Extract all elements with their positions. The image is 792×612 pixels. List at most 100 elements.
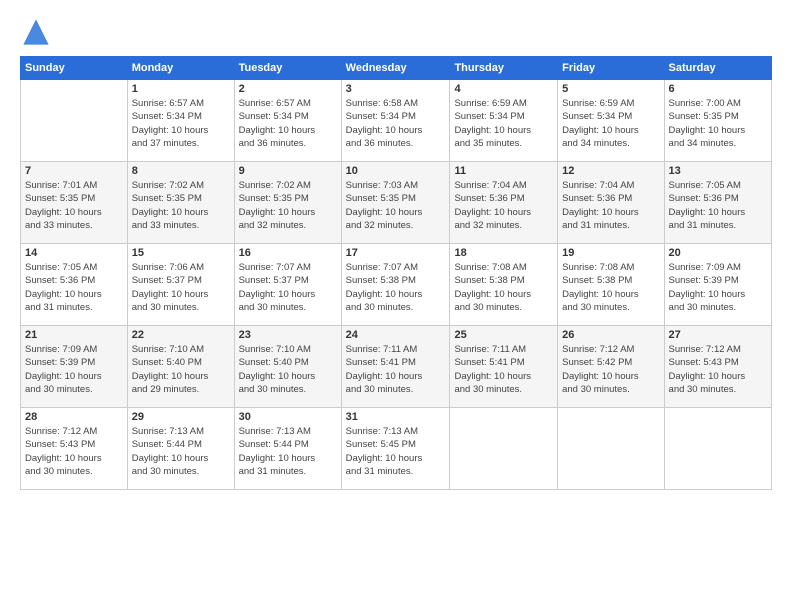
day-info: Sunrise: 7:08 AM Sunset: 5:38 PM Dayligh… xyxy=(562,261,659,314)
day-number: 25 xyxy=(454,329,553,341)
day-number: 5 xyxy=(562,83,659,95)
calendar-cell: 19 Sunrise: 7:08 AM Sunset: 5:38 PM Dayli… xyxy=(558,244,664,326)
day-number: 4 xyxy=(454,83,553,95)
calendar-cell: 1 Sunrise: 6:57 AM Sunset: 5:34 PM Daylig… xyxy=(127,80,234,162)
calendar-cell xyxy=(450,408,558,490)
day-info: Sunrise: 7:12 AM Sunset: 5:42 PM Dayligh… xyxy=(562,343,659,396)
calendar-cell: 13 Sunrise: 7:05 AM Sunset: 5:36 PM Dayli… xyxy=(664,162,771,244)
day-number: 22 xyxy=(132,329,230,341)
calendar-cell xyxy=(558,408,664,490)
calendar-header-row: SundayMondayTuesdayWednesdayThursdayFrid… xyxy=(21,57,772,80)
day-number: 1 xyxy=(132,83,230,95)
calendar-week-row: 7 Sunrise: 7:01 AM Sunset: 5:35 PM Daylig… xyxy=(21,162,772,244)
day-info: Sunrise: 7:11 AM Sunset: 5:41 PM Dayligh… xyxy=(454,343,553,396)
day-info: Sunrise: 7:01 AM Sunset: 5:35 PM Dayligh… xyxy=(25,179,123,232)
calendar-cell: 16 Sunrise: 7:07 AM Sunset: 5:37 PM Dayli… xyxy=(234,244,341,326)
weekday-header: Saturday xyxy=(664,57,771,80)
day-number: 31 xyxy=(346,411,446,423)
calendar-cell: 21 Sunrise: 7:09 AM Sunset: 5:39 PM Dayli… xyxy=(21,326,128,408)
day-info: Sunrise: 7:10 AM Sunset: 5:40 PM Dayligh… xyxy=(239,343,337,396)
calendar-cell: 18 Sunrise: 7:08 AM Sunset: 5:38 PM Dayli… xyxy=(450,244,558,326)
day-info: Sunrise: 7:04 AM Sunset: 5:36 PM Dayligh… xyxy=(562,179,659,232)
day-number: 15 xyxy=(132,247,230,259)
day-number: 26 xyxy=(562,329,659,341)
calendar-week-row: 1 Sunrise: 6:57 AM Sunset: 5:34 PM Daylig… xyxy=(21,80,772,162)
day-number: 14 xyxy=(25,247,123,259)
calendar-cell: 20 Sunrise: 7:09 AM Sunset: 5:39 PM Dayli… xyxy=(664,244,771,326)
calendar-cell: 27Sunrise: 7:12 AM Sunset: 5:43 PM Dayli… xyxy=(664,326,771,408)
day-info: Sunrise: 7:11 AM Sunset: 5:41 PM Dayligh… xyxy=(346,343,446,396)
day-info: Sunrise: 7:02 AM Sunset: 5:35 PM Dayligh… xyxy=(132,179,230,232)
calendar-cell: 22Sunrise: 7:10 AM Sunset: 5:40 PM Dayli… xyxy=(127,326,234,408)
day-info: Sunrise: 7:13 AM Sunset: 5:44 PM Dayligh… xyxy=(239,425,337,478)
day-info: Sunrise: 7:02 AM Sunset: 5:35 PM Dayligh… xyxy=(239,179,337,232)
calendar-week-row: 21 Sunrise: 7:09 AM Sunset: 5:39 PM Dayli… xyxy=(21,326,772,408)
day-info: Sunrise: 7:05 AM Sunset: 5:36 PM Dayligh… xyxy=(25,261,123,314)
day-number: 13 xyxy=(669,165,767,177)
calendar-cell: 15 Sunrise: 7:06 AM Sunset: 5:37 PM Dayli… xyxy=(127,244,234,326)
day-info: Sunrise: 6:57 AM Sunset: 5:34 PM Dayligh… xyxy=(132,97,230,150)
calendar-cell xyxy=(21,80,128,162)
day-number: 16 xyxy=(239,247,337,259)
calendar-cell: 17Sunrise: 7:07 AM Sunset: 5:38 PM Dayli… xyxy=(341,244,450,326)
header xyxy=(20,18,772,46)
calendar-cell: 14 Sunrise: 7:05 AM Sunset: 5:36 PM Dayli… xyxy=(21,244,128,326)
calendar-cell: 24 Sunrise: 7:11 AM Sunset: 5:41 PM Dayli… xyxy=(341,326,450,408)
day-number: 6 xyxy=(669,83,767,95)
day-info: Sunrise: 6:59 AM Sunset: 5:34 PM Dayligh… xyxy=(562,97,659,150)
day-number: 9 xyxy=(239,165,337,177)
day-number: 28 xyxy=(25,411,123,423)
calendar-week-row: 28 Sunrise: 7:12 AM Sunset: 5:43 PM Dayli… xyxy=(21,408,772,490)
day-info: Sunrise: 7:13 AM Sunset: 5:45 PM Dayligh… xyxy=(346,425,446,478)
calendar-cell: 25 Sunrise: 7:11 AM Sunset: 5:41 PM Dayli… xyxy=(450,326,558,408)
day-info: Sunrise: 7:13 AM Sunset: 5:44 PM Dayligh… xyxy=(132,425,230,478)
day-number: 2 xyxy=(239,83,337,95)
calendar-cell: 28 Sunrise: 7:12 AM Sunset: 5:43 PM Dayli… xyxy=(21,408,128,490)
calendar-cell: 11Sunrise: 7:04 AM Sunset: 5:36 PM Dayli… xyxy=(450,162,558,244)
calendar-cell: 7 Sunrise: 7:01 AM Sunset: 5:35 PM Daylig… xyxy=(21,162,128,244)
weekday-header: Monday xyxy=(127,57,234,80)
calendar-cell: 23Sunrise: 7:10 AM Sunset: 5:40 PM Dayli… xyxy=(234,326,341,408)
weekday-header: Wednesday xyxy=(341,57,450,80)
calendar-cell: 10Sunrise: 7:03 AM Sunset: 5:35 PM Dayli… xyxy=(341,162,450,244)
day-number: 30 xyxy=(239,411,337,423)
day-number: 24 xyxy=(346,329,446,341)
day-number: 21 xyxy=(25,329,123,341)
calendar-cell: 3Sunrise: 6:58 AM Sunset: 5:34 PM Daylig… xyxy=(341,80,450,162)
calendar-cell: 30 Sunrise: 7:13 AM Sunset: 5:44 PM Dayli… xyxy=(234,408,341,490)
weekday-header: Friday xyxy=(558,57,664,80)
day-info: Sunrise: 6:59 AM Sunset: 5:34 PM Dayligh… xyxy=(454,97,553,150)
day-info: Sunrise: 7:03 AM Sunset: 5:35 PM Dayligh… xyxy=(346,179,446,232)
day-number: 20 xyxy=(669,247,767,259)
day-number: 17 xyxy=(346,247,446,259)
calendar-cell: 4 Sunrise: 6:59 AM Sunset: 5:34 PM Daylig… xyxy=(450,80,558,162)
weekday-header: Sunday xyxy=(21,57,128,80)
calendar: SundayMondayTuesdayWednesdayThursdayFrid… xyxy=(20,56,772,490)
day-number: 18 xyxy=(454,247,553,259)
day-info: Sunrise: 7:08 AM Sunset: 5:38 PM Dayligh… xyxy=(454,261,553,314)
day-info: Sunrise: 7:06 AM Sunset: 5:37 PM Dayligh… xyxy=(132,261,230,314)
calendar-cell: 8 Sunrise: 7:02 AM Sunset: 5:35 PM Daylig… xyxy=(127,162,234,244)
day-number: 7 xyxy=(25,165,123,177)
calendar-cell xyxy=(664,408,771,490)
calendar-cell: 5 Sunrise: 6:59 AM Sunset: 5:34 PM Daylig… xyxy=(558,80,664,162)
day-info: Sunrise: 7:12 AM Sunset: 5:43 PM Dayligh… xyxy=(669,343,767,396)
day-number: 11 xyxy=(454,165,553,177)
day-info: Sunrise: 7:05 AM Sunset: 5:36 PM Dayligh… xyxy=(669,179,767,232)
calendar-cell: 26 Sunrise: 7:12 AM Sunset: 5:42 PM Dayli… xyxy=(558,326,664,408)
calendar-week-row: 14 Sunrise: 7:05 AM Sunset: 5:36 PM Dayli… xyxy=(21,244,772,326)
calendar-cell: 9 Sunrise: 7:02 AM Sunset: 5:35 PM Daylig… xyxy=(234,162,341,244)
day-info: Sunrise: 7:09 AM Sunset: 5:39 PM Dayligh… xyxy=(25,343,123,396)
page: SundayMondayTuesdayWednesdayThursdayFrid… xyxy=(0,0,792,612)
day-info: Sunrise: 7:12 AM Sunset: 5:43 PM Dayligh… xyxy=(25,425,123,478)
day-info: Sunrise: 7:09 AM Sunset: 5:39 PM Dayligh… xyxy=(669,261,767,314)
day-info: Sunrise: 7:07 AM Sunset: 5:37 PM Dayligh… xyxy=(239,261,337,314)
day-number: 12 xyxy=(562,165,659,177)
day-number: 3 xyxy=(346,83,446,95)
calendar-cell: 31 Sunrise: 7:13 AM Sunset: 5:45 PM Dayli… xyxy=(341,408,450,490)
day-number: 29 xyxy=(132,411,230,423)
logo-icon xyxy=(22,18,50,46)
day-number: 19 xyxy=(562,247,659,259)
day-number: 8 xyxy=(132,165,230,177)
calendar-cell: 2Sunrise: 6:57 AM Sunset: 5:34 PM Daylig… xyxy=(234,80,341,162)
